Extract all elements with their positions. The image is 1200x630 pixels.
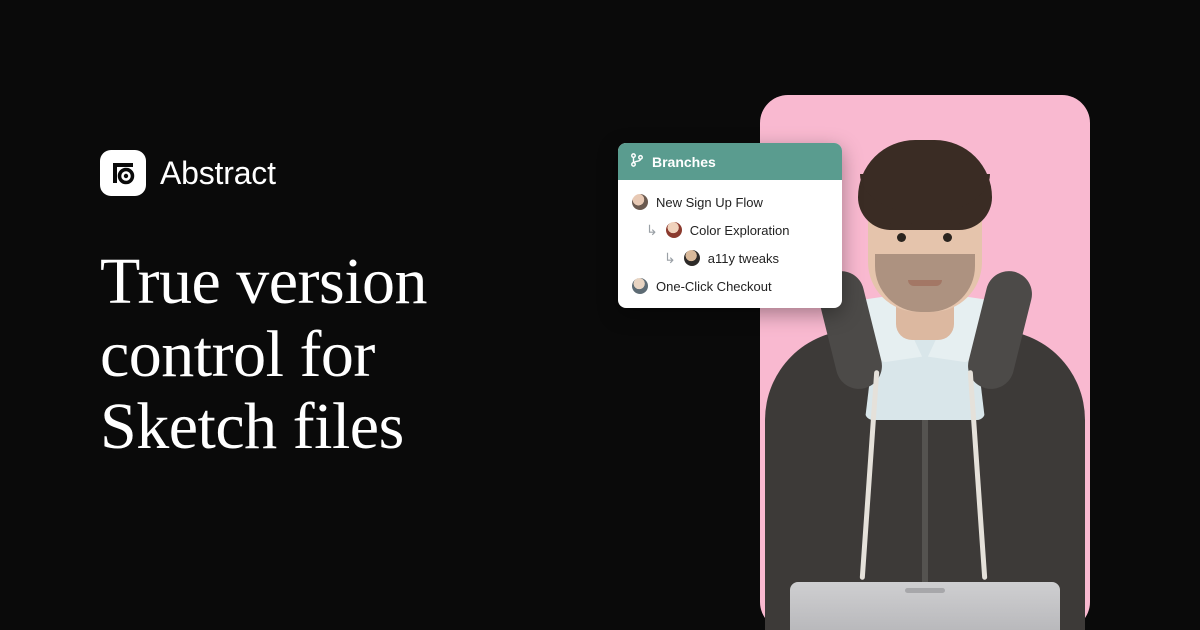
branch-item[interactable]: One-Click Checkout bbox=[618, 272, 842, 300]
eyebrow bbox=[937, 223, 961, 228]
headline-line-3: Sketch files bbox=[100, 390, 404, 463]
avatar bbox=[684, 250, 700, 266]
person-mouth bbox=[908, 280, 942, 286]
brand-name: Abstract bbox=[160, 155, 276, 192]
brand-lockup: Abstract bbox=[100, 150, 427, 196]
branches-list: New Sign Up Flow ↳ Color Exploration ↳ a… bbox=[618, 180, 842, 308]
branch-label: One-Click Checkout bbox=[656, 279, 772, 294]
nested-arrow-icon: ↳ bbox=[646, 223, 658, 237]
eyebrow bbox=[889, 223, 913, 228]
branch-label: New Sign Up Flow bbox=[656, 195, 763, 210]
nested-arrow-icon: ↳ bbox=[664, 251, 676, 265]
hero-left: Abstract True version control for Sketch… bbox=[100, 150, 427, 464]
branches-panel: Branches New Sign Up Flow ↳ Color Explor… bbox=[618, 143, 842, 308]
abstract-logo-icon bbox=[100, 150, 146, 196]
eye bbox=[943, 233, 952, 242]
eye bbox=[897, 233, 906, 242]
branches-title: Branches bbox=[652, 154, 716, 170]
branch-item[interactable]: ↳ Color Exploration bbox=[618, 216, 842, 244]
avatar bbox=[666, 222, 682, 238]
branch-icon bbox=[630, 153, 644, 170]
branch-item[interactable]: ↳ a11y tweaks bbox=[618, 244, 842, 272]
branch-label: a11y tweaks bbox=[708, 251, 779, 266]
avatar bbox=[632, 194, 648, 210]
branches-panel-header: Branches bbox=[618, 143, 842, 180]
headline-line-2: control for bbox=[100, 318, 375, 391]
laptop bbox=[790, 582, 1060, 630]
headline-line-1: True version bbox=[100, 245, 427, 318]
hero-headline: True version control for Sketch files bbox=[100, 246, 427, 464]
avatar bbox=[632, 278, 648, 294]
branch-label: Color Exploration bbox=[690, 223, 790, 238]
branch-item[interactable]: New Sign Up Flow bbox=[618, 188, 842, 216]
